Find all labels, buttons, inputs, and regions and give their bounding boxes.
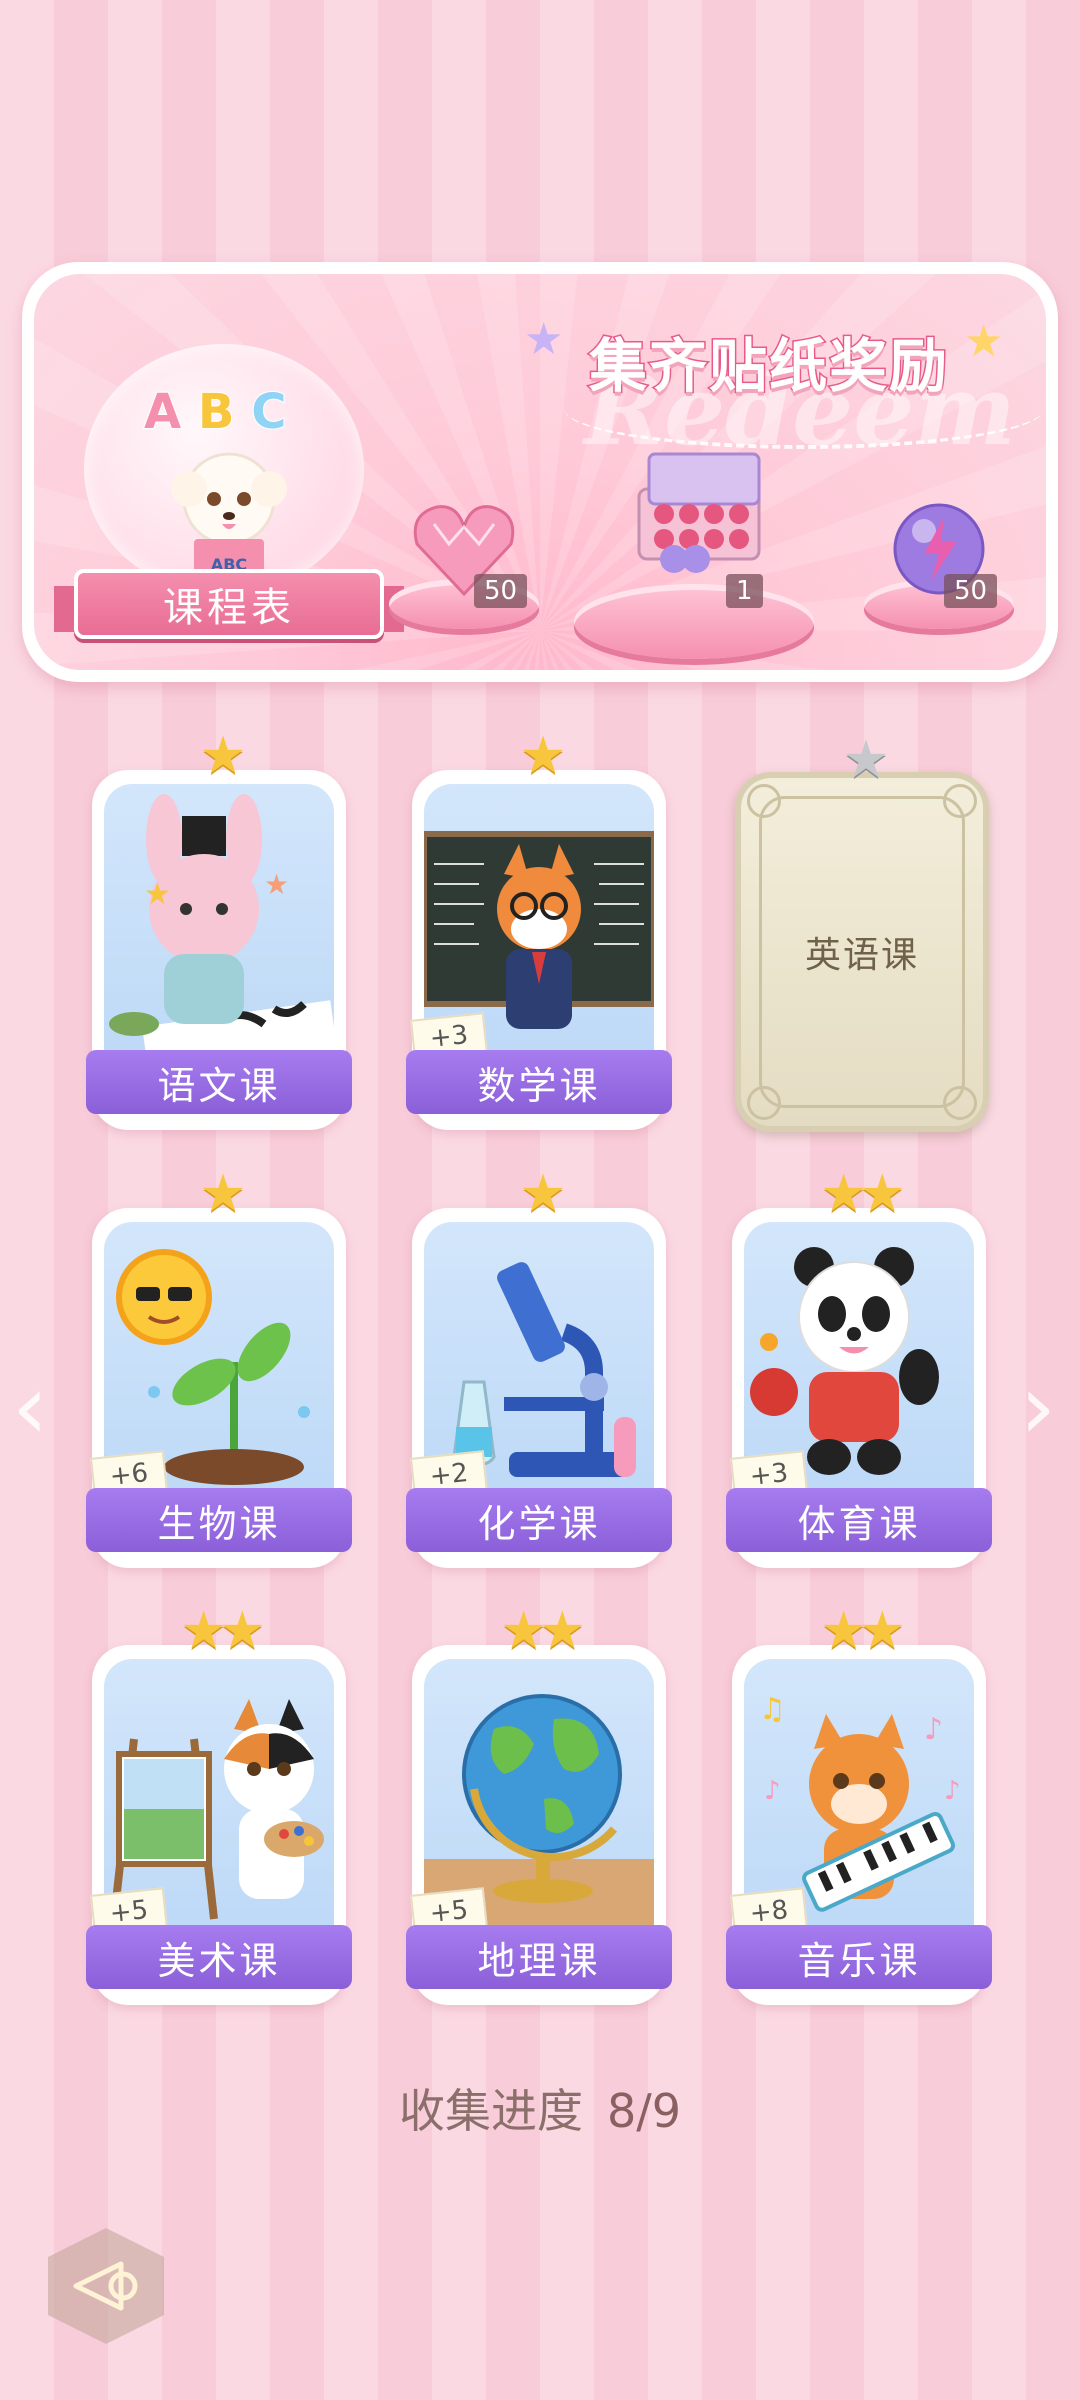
gift-box-icon[interactable] <box>624 449 774 579</box>
star-rating: ★ <box>519 1164 567 1224</box>
course-card-math[interactable]: ★ +3 数学课 <box>406 726 672 1130</box>
svg-text:♫: ♫ <box>759 1692 786 1727</box>
course-label: 音乐课 <box>726 1925 992 1989</box>
star-rating: ★★ <box>500 1601 585 1661</box>
course-label: 地理课 <box>406 1925 672 1989</box>
banner-title: 集齐贴纸奖励 <box>587 331 950 402</box>
svg-text:♪: ♪ <box>944 1776 961 1806</box>
progress-value: 8/9 <box>606 2084 682 2138</box>
star-rating: ★ <box>199 726 247 786</box>
purple-star-icon: ★ <box>524 314 564 365</box>
sticker-reward-banner: Redeem ★ ★ 集齐贴纸奖励 A B C ABC 课程表 50 1 50 <box>22 262 1058 682</box>
banner-background: Redeem ★ ★ 集齐贴纸奖励 A B C ABC 课程表 50 1 50 <box>34 274 1046 670</box>
collection-progress: 收集进度 8/9 <box>0 2075 1080 2141</box>
course-card-biology[interactable]: ★ +6 生物课 <box>86 1164 352 1568</box>
star-rating: ★★ <box>820 1601 905 1661</box>
course-card-chinese[interactable]: ★ ★ ★ 语文课 <box>86 726 352 1130</box>
back-button[interactable] <box>48 2228 164 2344</box>
course-label: 生物课 <box>86 1488 352 1552</box>
course-label: 体育课 <box>726 1488 992 1552</box>
star-rating: ★★ <box>180 1601 265 1661</box>
schedule-bubble[interactable]: A B C ABC <box>84 344 364 594</box>
svg-text:♪: ♪ <box>924 1712 943 1747</box>
course-card-chemistry[interactable]: ★ +2 化学课 <box>406 1164 672 1568</box>
course-label: 数学课 <box>406 1050 672 1114</box>
course-label: 化学课 <box>406 1488 672 1552</box>
course-card-pe[interactable]: ★★ +3 体育课 <box>726 1164 992 1568</box>
course-label: 美术课 <box>86 1925 352 1989</box>
course-card-english-locked[interactable]: ★ 英语课 <box>735 730 989 1132</box>
back-arrow-icon <box>73 2261 138 2311</box>
next-page-arrow-icon[interactable]: › <box>1020 1355 1056 1460</box>
prev-page-arrow-icon[interactable]: ‹ <box>12 1355 48 1460</box>
abc-letters: A B C <box>143 383 287 441</box>
course-card-art[interactable]: ★★ +5 美术课 <box>86 1601 352 2005</box>
star-rating: ★ <box>842 730 890 790</box>
card-image: ★ ★ <box>104 784 334 1064</box>
course-card-music[interactable]: ★★ ♫ ♪ ♪ ♪ +8 音乐课 <box>726 1601 992 2005</box>
locked-card-label: 英语课 <box>759 796 965 1108</box>
course-card-geography[interactable]: ★★ +5 地理课 <box>406 1601 672 2005</box>
star-rating: ★★ <box>820 1164 905 1224</box>
energy-orb-count: 50 <box>944 574 998 608</box>
progress-label: 收集进度 <box>398 2084 583 2138</box>
star-rating: ★ <box>199 1164 247 1224</box>
svg-text:♪: ♪ <box>764 1776 781 1806</box>
gift-box-count: 1 <box>726 574 763 608</box>
yellow-star-icon: ★ <box>964 316 1004 367</box>
pedestal <box>574 584 814 659</box>
bunny-calligraphy-icon: ★ ★ <box>109 794 334 1064</box>
svg-text:★: ★ <box>144 877 171 912</box>
course-label: 语文课 <box>86 1050 352 1114</box>
star-rating: ★ <box>519 726 567 786</box>
svg-text:★: ★ <box>264 868 289 901</box>
schedule-button[interactable]: 课程表 <box>74 569 384 639</box>
heart-gem-count: 50 <box>474 574 528 608</box>
